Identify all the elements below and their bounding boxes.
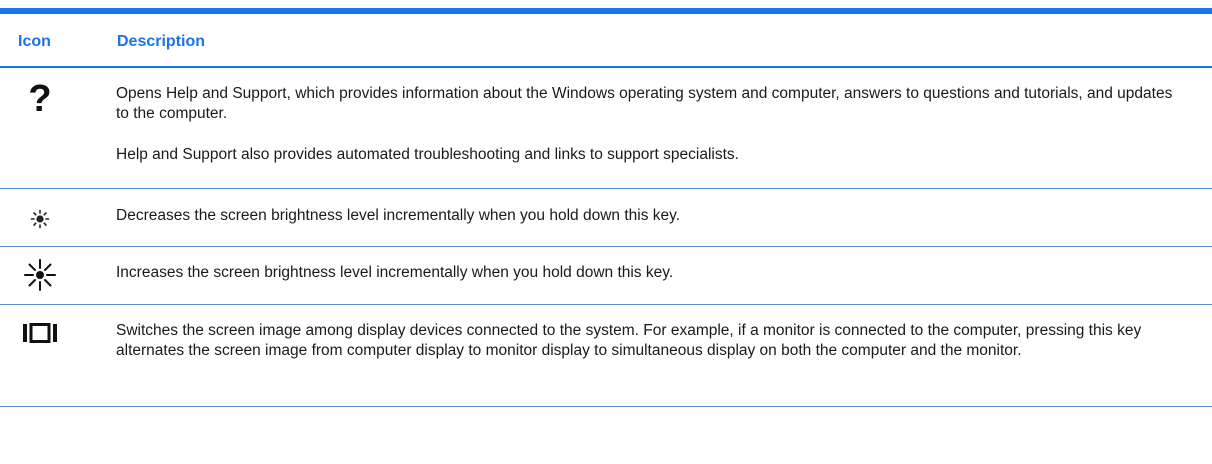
header-description-column: Description	[117, 33, 206, 50]
table-row-brightness-up: Increases the screen brightness level in…	[0, 247, 1212, 305]
row-description: Decreases the screen brightness level in…	[116, 206, 1182, 226]
row-description: Opens Help and Support, which provides i…	[116, 84, 1182, 165]
brightness-down-icon	[18, 208, 62, 230]
description-paragraph: Decreases the screen brightness level in…	[116, 207, 681, 224]
description-paragraph: Opens Help and Support, which provides i…	[116, 85, 1173, 122]
header-icon-column: Icon	[18, 33, 51, 50]
help-question-icon: ?	[28, 78, 52, 120]
table-row-brightness-down: Decreases the screen brightness level in…	[0, 189, 1212, 247]
display-switch-icon	[18, 322, 62, 344]
description-paragraph: Help and Support also provides automated…	[116, 146, 739, 163]
row-description: Switches the screen image among display …	[116, 321, 1182, 361]
brightness-up-icon	[18, 258, 62, 292]
table-header: Icon Description	[0, 14, 1212, 68]
table-row-help: ? Opens Help and Support, which provides…	[0, 68, 1212, 189]
description-paragraph: Increases the screen brightness level in…	[116, 264, 674, 281]
description-paragraph: Switches the screen image among display …	[116, 322, 1142, 359]
row-description: Increases the screen brightness level in…	[116, 263, 1182, 283]
table-row-display-switch: Switches the screen image among display …	[0, 305, 1212, 407]
function-keys-table: Icon Description ? Opens Help and Suppor…	[0, 0, 1212, 464]
